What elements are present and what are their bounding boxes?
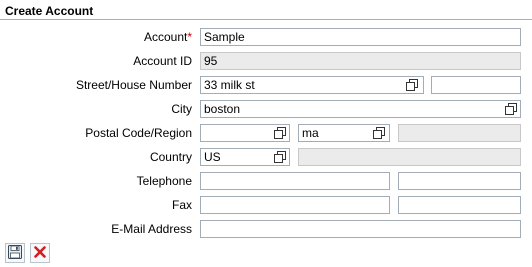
account-label: Account* xyxy=(143,30,192,44)
city-value-help-icon[interactable] xyxy=(503,101,519,117)
city-label: City xyxy=(171,102,192,116)
form-header: Create Account xyxy=(0,0,532,20)
city-input[interactable] xyxy=(200,100,521,118)
house-number-input[interactable] xyxy=(431,76,521,94)
telephone-extension-input[interactable] xyxy=(398,172,521,190)
region-help-icon[interactable] xyxy=(371,125,387,141)
red-x-icon xyxy=(33,245,47,262)
country-description-field xyxy=(298,148,521,166)
email-input[interactable] xyxy=(200,220,521,238)
floppy-disk-icon xyxy=(8,244,22,262)
save-button[interactable] xyxy=(5,243,25,263)
account-id-field xyxy=(200,52,521,70)
telephone-label: Telephone xyxy=(136,174,192,188)
header-divider xyxy=(0,19,532,20)
required-marker: * xyxy=(187,30,192,44)
street-value-help-icon[interactable] xyxy=(404,77,420,93)
postal-code-help-icon[interactable] xyxy=(272,125,288,141)
fax-input[interactable] xyxy=(200,196,390,214)
account-input[interactable] xyxy=(200,28,521,46)
create-account-form: Create Account Account* Account ID Stree… xyxy=(0,0,532,267)
fax-extension-input[interactable] xyxy=(398,196,521,214)
street-input[interactable] xyxy=(200,76,424,94)
cancel-button[interactable] xyxy=(30,243,50,263)
country-help-icon[interactable] xyxy=(272,149,288,165)
telephone-input[interactable] xyxy=(200,172,390,190)
email-label: E-Mail Address xyxy=(111,222,192,236)
region-description-field xyxy=(398,124,521,142)
account-id-label: Account ID xyxy=(133,54,192,68)
fax-label: Fax xyxy=(171,198,192,212)
postal-region-label: Postal Code/Region xyxy=(85,126,192,140)
street-label: Street/House Number xyxy=(75,78,192,92)
country-label: Country xyxy=(149,150,192,164)
form-title: Create Account xyxy=(5,4,94,18)
